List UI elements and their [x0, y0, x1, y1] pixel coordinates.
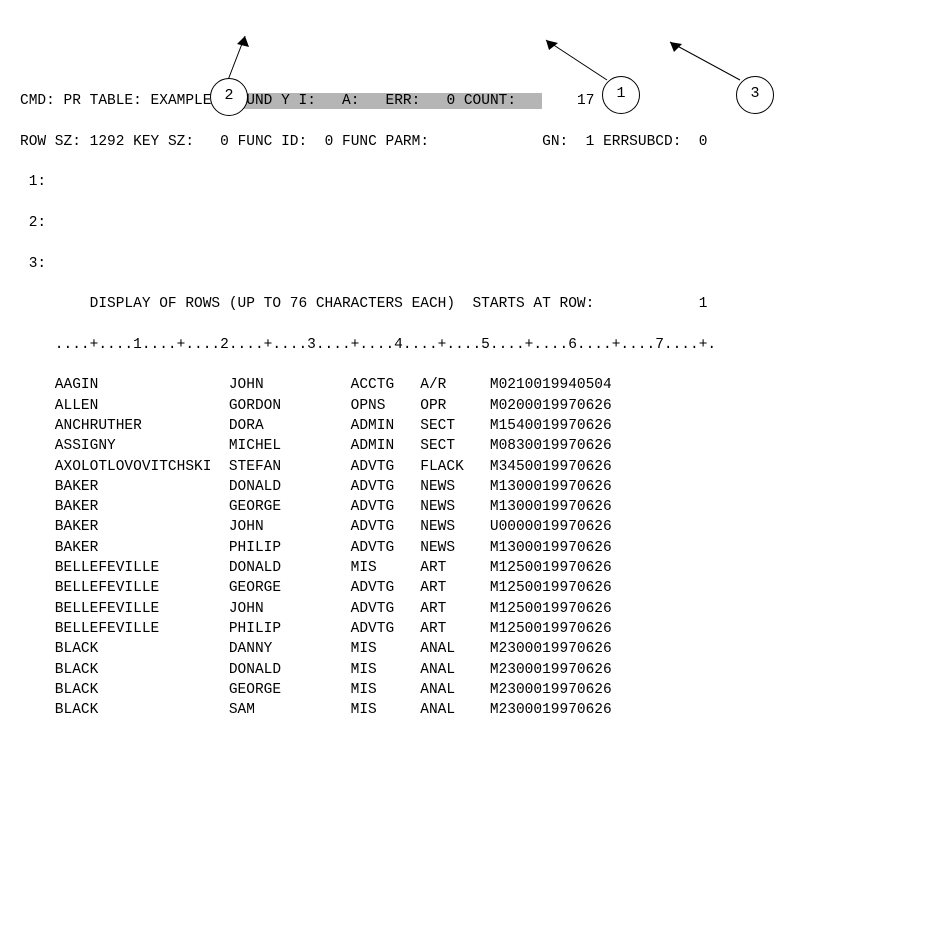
l-label: L: — [603, 93, 620, 109]
table-row: BLACK DONALD MIS ANAL M2300019970626 — [20, 660, 913, 680]
i-label: I: — [299, 93, 316, 109]
errsubcd-label: ERRSUBCD: — [603, 134, 681, 150]
table-row: BAKER PHILIP ADVTG NEWS M1300019970626 — [20, 538, 913, 558]
header-line-1: CMD: PR TABLE: EXAMPLE FOUND Y I: A: ERR… — [20, 91, 913, 111]
input-line-3[interactable]: 3: — [20, 254, 913, 274]
table-row: BELLEFEVILLE GEORGE ADVTG ART M125001997… — [20, 578, 913, 598]
table-row: AAGIN JOHN ACCTG A/R M0210019940504 — [20, 375, 913, 395]
table-row: BAKER GEORGE ADVTG NEWS M1300019970626 — [20, 497, 913, 517]
input-line-2[interactable]: 2: — [20, 213, 913, 233]
cmd-label: CMD: — [20, 93, 55, 109]
table-label: TABLE: — [90, 93, 142, 109]
rowsz-value: 1292 — [81, 134, 125, 150]
keysz-label: KEY SZ: — [133, 134, 194, 150]
table-row: ASSIGNY MICHEL ADMIN SECT M0830019970626 — [20, 436, 913, 456]
count-value: 17 — [542, 93, 594, 109]
input-line-1[interactable]: 1: — [20, 172, 913, 192]
gn-label: GN: — [542, 134, 568, 150]
table-row: BELLEFEVILLE PHILIP ADVTG ART M125001997… — [20, 619, 913, 639]
count-label: COUNT: — [464, 93, 516, 109]
cmd-value[interactable]: PR — [64, 93, 81, 109]
gn-value: 1 — [568, 134, 594, 150]
table-row: ANCHRUTHER DORA ADMIN SECT M154001997062… — [20, 416, 913, 436]
display-caption: DISPLAY OF ROWS (UP TO 76 CHARACTERS EAC… — [20, 294, 913, 314]
header-line-2: ROW SZ: 1292 KEY SZ: 0 FUNC ID: 0 FUNC P… — [20, 132, 913, 152]
rowsz-label: ROW SZ: — [20, 134, 81, 150]
funcid-value: 0 — [307, 134, 333, 150]
a-label: A: — [342, 93, 359, 109]
found-label: FOUND — [229, 93, 273, 109]
funcid-label: FUNC ID: — [238, 134, 308, 150]
err-value: 0 — [420, 93, 455, 109]
found-value: Y — [281, 93, 290, 109]
data-rows: AAGIN JOHN ACCTG A/R M0210019940504 ALLE… — [20, 375, 913, 720]
errsubcd-value: 0 — [681, 134, 707, 150]
table-row: BLACK SAM MIS ANAL M2300019970626 — [20, 700, 913, 720]
table-row: BELLEFEVILLE JOHN ADVTG ART M12500199706… — [20, 599, 913, 619]
err-label: ERR: — [386, 93, 421, 109]
table-value[interactable]: EXAMPLE — [151, 93, 221, 109]
funcparm-label: FUNC PARM: — [342, 134, 429, 150]
table-row: AXOLOTLOVOVITCHSKI STEFAN ADVTG FLACK M3… — [20, 457, 913, 477]
table-row: ALLEN GORDON OPNS OPR M0200019970626 — [20, 396, 913, 416]
column-ruler: ....+....1....+....2....+....3....+....4… — [20, 335, 913, 355]
table-row: BAKER DONALD ADVTG NEWS M1300019970626 — [20, 477, 913, 497]
table-row: BELLEFEVILLE DONALD MIS ART M12500199706… — [20, 558, 913, 578]
keysz-value: 0 — [194, 134, 229, 150]
table-row: BLACK DANNY MIS ANAL M2300019970626 — [20, 639, 913, 659]
table-row: BAKER JOHN ADVTG NEWS U0000019970626 — [20, 517, 913, 537]
table-row: BLACK GEORGE MIS ANAL M2300019970626 — [20, 680, 913, 700]
